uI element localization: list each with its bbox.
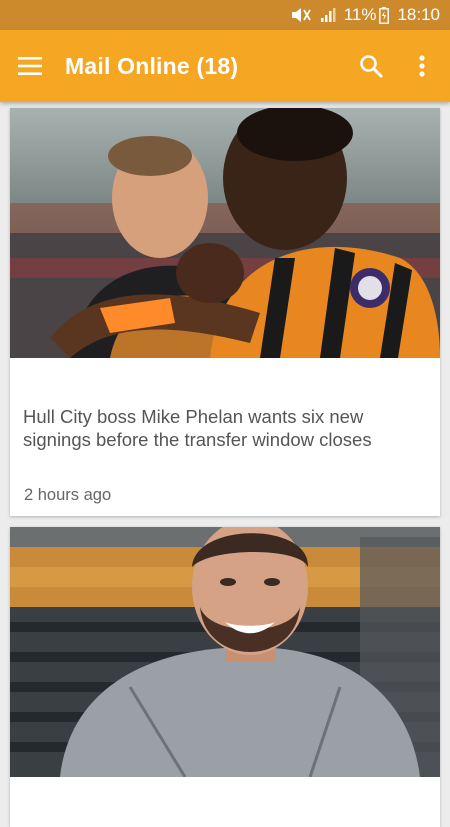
signal-icon	[320, 7, 336, 23]
more-options-button[interactable]	[397, 30, 447, 102]
article-image	[10, 527, 440, 777]
article-title[interactable]: Hull City boss Mike Phelan wants six new…	[23, 405, 427, 451]
article-card[interactable]	[10, 527, 440, 827]
status-bar: 11% 18:10	[0, 0, 450, 30]
menu-icon	[18, 57, 42, 75]
search-button[interactable]	[345, 30, 397, 102]
mute-icon	[290, 7, 312, 23]
article-card[interactable]: Hull City boss Mike Phelan wants six new…	[10, 108, 440, 516]
article-timestamp: 2 hours ago	[24, 486, 112, 504]
article-image	[10, 108, 440, 358]
menu-button[interactable]	[0, 30, 60, 102]
app-bar: Mail Online (18)	[0, 30, 450, 102]
battery-icon	[379, 6, 390, 24]
more-vert-icon	[419, 55, 425, 77]
clock: 18:10	[397, 5, 440, 24]
battery-percent: 11%	[343, 5, 377, 24]
search-icon	[360, 55, 383, 78]
app-title: Mail Online (18)	[65, 52, 239, 79]
